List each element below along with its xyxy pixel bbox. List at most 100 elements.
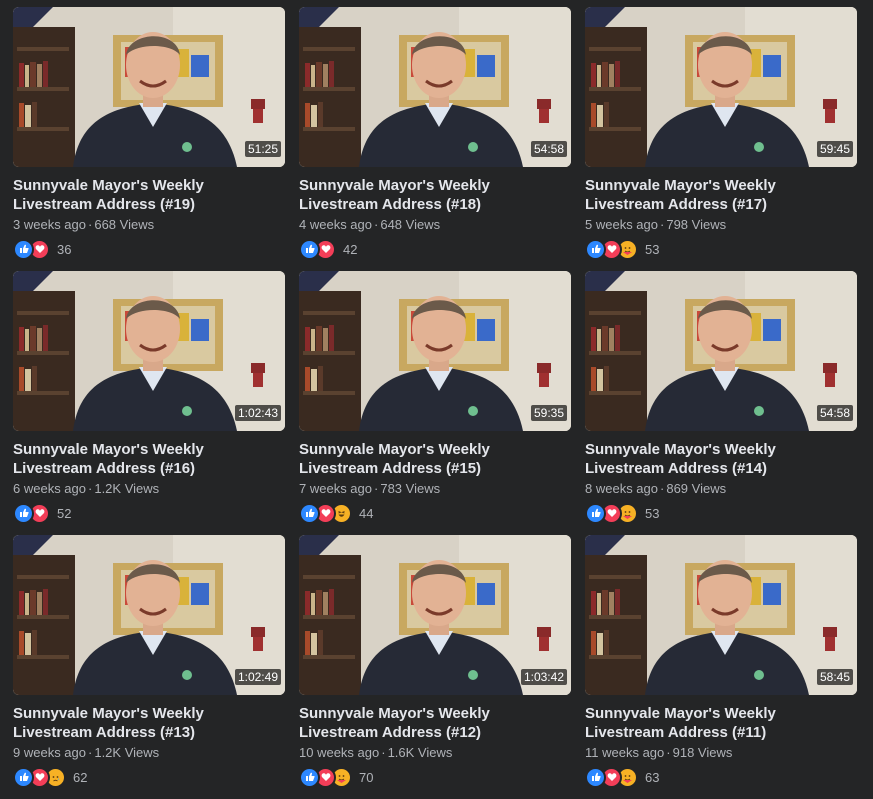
- reaction-icons: [13, 238, 50, 260]
- like-icon: [13, 766, 34, 788]
- video-age: 6 weeks ago: [13, 481, 86, 496]
- reaction-count: 63: [645, 769, 660, 785]
- video-card[interactable]: 54:58 Sunnyvale Mayor's Weekly Livestrea…: [585, 271, 857, 535]
- reactions-summary[interactable]: 42: [299, 238, 571, 260]
- video-title[interactable]: Sunnyvale Mayor's Weekly Livestream Addr…: [299, 704, 571, 742]
- video-thumbnail[interactable]: 1:02:43: [13, 271, 285, 431]
- video-meta: 7 weeks ago · 783 Views: [299, 480, 571, 497]
- video-thumbnail[interactable]: 58:45: [585, 535, 857, 695]
- video-thumbnail[interactable]: 54:58: [585, 271, 857, 431]
- video-grid: 51:25 Sunnyvale Mayor's Weekly Livestrea…: [13, 7, 857, 799]
- video-views: 1.2K Views: [94, 481, 160, 496]
- video-title[interactable]: Sunnyvale Mayor's Weekly Livestream Addr…: [585, 704, 857, 742]
- reaction-count: 42: [343, 241, 358, 257]
- reaction-count: 52: [57, 505, 72, 521]
- video-card[interactable]: 1:02:49 Sunnyvale Mayor's Weekly Livestr…: [13, 535, 285, 799]
- video-age: 7 weeks ago: [299, 481, 372, 496]
- video-duration: 58:45: [816, 669, 853, 685]
- video-views: 798 Views: [666, 217, 727, 232]
- reaction-count: 70: [359, 769, 374, 785]
- reactions-summary[interactable]: 36: [13, 238, 285, 260]
- reaction-icons: [585, 502, 638, 524]
- video-meta: 6 weeks ago · 1.2K Views: [13, 480, 285, 497]
- video-age: 10 weeks ago: [299, 745, 380, 760]
- video-thumbnail[interactable]: 51:25: [13, 7, 285, 167]
- video-age: 3 weeks ago: [13, 217, 86, 232]
- video-title[interactable]: Sunnyvale Mayor's Weekly Livestream Addr…: [13, 176, 285, 214]
- video-views: 668 Views: [94, 217, 155, 232]
- video-title[interactable]: Sunnyvale Mayor's Weekly Livestream Addr…: [299, 440, 571, 478]
- video-duration: 54:58: [816, 405, 853, 421]
- reaction-count: 53: [645, 241, 660, 257]
- reaction-count: 44: [359, 505, 374, 521]
- video-age: 5 weeks ago: [585, 217, 658, 232]
- video-views: 869 Views: [666, 481, 727, 496]
- video-card[interactable]: 51:25 Sunnyvale Mayor's Weekly Livestrea…: [13, 7, 285, 271]
- like-icon: [299, 766, 320, 788]
- video-card[interactable]: 54:58 Sunnyvale Mayor's Weekly Livestrea…: [299, 7, 571, 271]
- meta-separator: ·: [666, 745, 671, 760]
- video-card[interactable]: 59:35 Sunnyvale Mayor's Weekly Livestrea…: [299, 271, 571, 535]
- video-title[interactable]: Sunnyvale Mayor's Weekly Livestream Addr…: [13, 440, 285, 478]
- reactions-summary[interactable]: 62: [13, 766, 285, 788]
- reaction-icons: [585, 238, 638, 260]
- video-thumbnail[interactable]: 59:35: [299, 271, 571, 431]
- video-views: 1.6K Views: [387, 745, 453, 760]
- reactions-summary[interactable]: 52: [13, 502, 285, 524]
- video-card[interactable]: 59:45 Sunnyvale Mayor's Weekly Livestrea…: [585, 7, 857, 271]
- video-age: 9 weeks ago: [13, 745, 86, 760]
- meta-separator: ·: [381, 745, 386, 760]
- video-title[interactable]: Sunnyvale Mayor's Weekly Livestream Addr…: [13, 704, 285, 742]
- video-title[interactable]: Sunnyvale Mayor's Weekly Livestream Addr…: [585, 440, 857, 478]
- video-views: 648 Views: [380, 217, 441, 232]
- video-views: 918 Views: [672, 745, 733, 760]
- video-thumbnail[interactable]: 1:02:49: [13, 535, 285, 695]
- like-icon: [299, 502, 320, 524]
- video-duration: 59:45: [816, 141, 853, 157]
- video-duration: 51:25: [244, 141, 281, 157]
- video-meta: 4 weeks ago · 648 Views: [299, 216, 571, 233]
- video-views: 1.2K Views: [94, 745, 160, 760]
- like-icon: [299, 238, 320, 260]
- video-duration: 54:58: [530, 141, 567, 157]
- video-duration: 1:03:42: [520, 669, 567, 685]
- video-duration: 1:02:49: [234, 669, 281, 685]
- video-duration: 1:02:43: [234, 405, 281, 421]
- reactions-summary[interactable]: 70: [299, 766, 571, 788]
- reactions-summary[interactable]: 53: [585, 238, 857, 260]
- video-meta: 3 weeks ago · 668 Views: [13, 216, 285, 233]
- video-age: 8 weeks ago: [585, 481, 658, 496]
- video-thumbnail[interactable]: 59:45: [585, 7, 857, 167]
- video-age: 4 weeks ago: [299, 217, 372, 232]
- like-icon: [585, 502, 606, 524]
- video-meta: 11 weeks ago · 918 Views: [585, 744, 857, 761]
- video-meta: 5 weeks ago · 798 Views: [585, 216, 857, 233]
- reaction-icons: [585, 766, 638, 788]
- reactions-summary[interactable]: 53: [585, 502, 857, 524]
- reaction-icons: [299, 502, 352, 524]
- video-title[interactable]: Sunnyvale Mayor's Weekly Livestream Addr…: [299, 176, 571, 214]
- video-thumbnail[interactable]: 1:03:42: [299, 535, 571, 695]
- reaction-icons: [299, 238, 336, 260]
- reaction-icons: [13, 766, 66, 788]
- video-title[interactable]: Sunnyvale Mayor's Weekly Livestream Addr…: [585, 176, 857, 214]
- like-icon: [13, 238, 34, 260]
- video-meta: 8 weeks ago · 869 Views: [585, 480, 857, 497]
- reaction-count: 53: [645, 505, 660, 521]
- video-meta: 10 weeks ago · 1.6K Views: [299, 744, 571, 761]
- video-thumbnail[interactable]: 54:58: [299, 7, 571, 167]
- reaction-count: 36: [57, 241, 72, 257]
- reaction-icons: [13, 502, 50, 524]
- reaction-icons: [299, 766, 352, 788]
- video-meta: 9 weeks ago · 1.2K Views: [13, 744, 285, 761]
- video-card[interactable]: 1:02:43 Sunnyvale Mayor's Weekly Livestr…: [13, 271, 285, 535]
- reactions-summary[interactable]: 63: [585, 766, 857, 788]
- video-card[interactable]: 1:03:42 Sunnyvale Mayor's Weekly Livestr…: [299, 535, 571, 799]
- video-views: 783 Views: [380, 481, 441, 496]
- like-icon: [13, 502, 34, 524]
- video-age: 11 weeks ago: [585, 745, 665, 760]
- reactions-summary[interactable]: 44: [299, 502, 571, 524]
- video-card[interactable]: 58:45 Sunnyvale Mayor's Weekly Livestrea…: [585, 535, 857, 799]
- like-icon: [585, 238, 606, 260]
- reaction-count: 62: [73, 769, 88, 785]
